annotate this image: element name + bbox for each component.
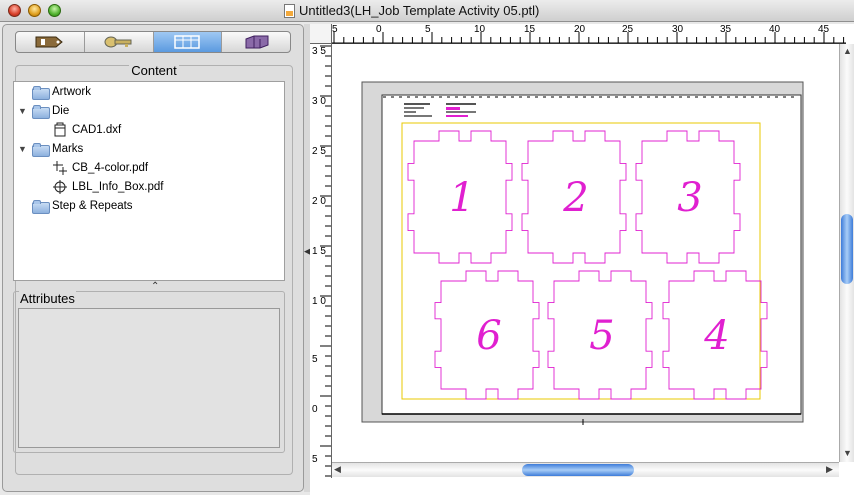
ruler-label: 30 [672, 24, 684, 35]
ruler-label: 3 5 [312, 46, 326, 57]
document-icon [284, 3, 295, 18]
document-window: 5 0 5 10 15 20 25 30 35 40 45 3 5 3 0 2 … [310, 24, 854, 495]
horizontal-ruler[interactable]: 5 0 5 10 15 20 25 30 35 40 45 [332, 24, 846, 44]
ruler-label: 5 [332, 24, 338, 35]
ruler-label: 25 [622, 24, 634, 35]
tree-item-label: CAD1.dxf [72, 124, 122, 136]
attributes-pane [18, 308, 280, 448]
attributes-section-title: Attributes [19, 291, 76, 306]
ruler-label: 20 [574, 24, 586, 35]
ruler-label: 15 [524, 24, 536, 35]
tab-layout[interactable] [153, 32, 223, 52]
layout-grid-icon [174, 35, 201, 49]
panel-number: 5 [589, 313, 614, 359]
scroll-up-arrow-icon[interactable]: ▲ [843, 46, 852, 56]
tree-item-die[interactable]: ▼ Die [18, 102, 69, 120]
tree-item-step-repeats[interactable]: Step & Repeats [18, 197, 133, 215]
vertical-scroll-thumb[interactable] [841, 214, 853, 284]
window-title-text: Untitled3(LH_Job Template Activity 05.pt… [299, 3, 540, 18]
panel-number: 3 [677, 175, 702, 221]
ruler-label: 10 [474, 24, 486, 35]
panel-number: 2 [562, 175, 588, 221]
tree-item-label: CB_4-color.pdf [72, 162, 149, 174]
attributes-section: Attributes [13, 291, 285, 453]
vertical-scrollbar[interactable]: ▲ ▼ [839, 44, 854, 462]
layout-canvas[interactable]: 1 2 3 6 5 4 [333, 45, 831, 462]
ruler-label: 0 [312, 404, 318, 415]
die-file-icon [54, 122, 66, 137]
horizontal-scroll-thumb[interactable] [522, 464, 634, 476]
panel-number: 1 [449, 175, 474, 221]
minimize-window-button[interactable] [28, 4, 41, 17]
inspector-panel: Content Artwork ▼ Die CAD1.dxf ▼ Marks C… [2, 24, 304, 492]
ruler-label: 35 [720, 24, 732, 35]
vertical-ruler[interactable]: 3 5 3 0 2 5 2 0 1 5 1 0 5 0 5 [310, 44, 332, 478]
tree-item-label: Die [52, 105, 70, 117]
ruler-label: 2 0 [312, 196, 326, 207]
target-icon [53, 180, 67, 194]
tree-item-lbl-info-box[interactable]: LBL_Info_Box.pdf [52, 178, 163, 196]
tab-info[interactable] [16, 32, 85, 52]
ruler-label: 3 0 [312, 96, 326, 107]
ruler-label: 5 [312, 354, 318, 365]
ruler-label: 1 5 [312, 246, 326, 257]
ruler-corner[interactable] [310, 24, 332, 44]
tree-item-artwork[interactable]: Artwork [18, 83, 91, 101]
key-icon [104, 36, 132, 48]
disclosure-triangle-icon[interactable]: ▼ [18, 144, 28, 154]
tree-item-cb4color[interactable]: CB_4-color.pdf [52, 159, 148, 177]
folder-icon [32, 105, 50, 119]
scroll-left-arrow-icon[interactable]: ◀ [334, 464, 341, 475]
folder-icon [32, 86, 50, 100]
sheet [381, 94, 802, 415]
tree-item-marks[interactable]: ▼ Marks [18, 140, 83, 158]
tree-item-label: LBL_Info_Box.pdf [72, 181, 164, 193]
zoom-window-button[interactable] [48, 4, 61, 17]
tree-item-label: Marks [52, 143, 84, 155]
close-window-button[interactable] [8, 4, 21, 17]
folder-icon [32, 143, 50, 157]
scroll-down-arrow-icon[interactable]: ▼ [843, 448, 852, 458]
ruler-label: 5 [425, 24, 431, 35]
inspector-tabs [15, 31, 291, 53]
tab-resources[interactable] [85, 32, 154, 52]
horizontal-scrollbar[interactable]: ◀ ▶ [332, 462, 839, 477]
tree-item-label: Artwork [52, 86, 91, 98]
crop-mark-icon [53, 161, 67, 175]
ruler-label: 1 0 [312, 296, 326, 307]
ruler-label: 2 5 [312, 146, 326, 157]
window-title: Untitled3(LH_Job Template Activity 05.pt… [284, 3, 539, 18]
tag-info-icon [35, 36, 63, 48]
scroll-right-arrow-icon[interactable]: ▶ [826, 464, 833, 475]
tree-item-label: Step & Repeats [52, 200, 133, 212]
content-tree[interactable]: Artwork ▼ Die CAD1.dxf ▼ Marks CB_4-colo… [13, 81, 285, 281]
tree-item-cad1[interactable]: CAD1.dxf [52, 121, 121, 139]
ruler-label: 0 [376, 24, 382, 35]
tab-stack[interactable] [222, 32, 290, 52]
content-section-title: Content [129, 63, 179, 78]
ruler-label: 45 [818, 24, 830, 35]
folder-icon [32, 200, 50, 214]
title-bar: Untitled3(LH_Job Template Activity 05.pt… [0, 0, 854, 22]
ruler-label: 40 [769, 24, 781, 35]
disclosure-triangle-icon[interactable]: ▼ [18, 106, 28, 116]
panel-number: 4 [703, 313, 729, 359]
ruler-label: 5 [312, 454, 318, 465]
stack-icon [245, 35, 269, 49]
panel-number: 6 [476, 313, 501, 359]
